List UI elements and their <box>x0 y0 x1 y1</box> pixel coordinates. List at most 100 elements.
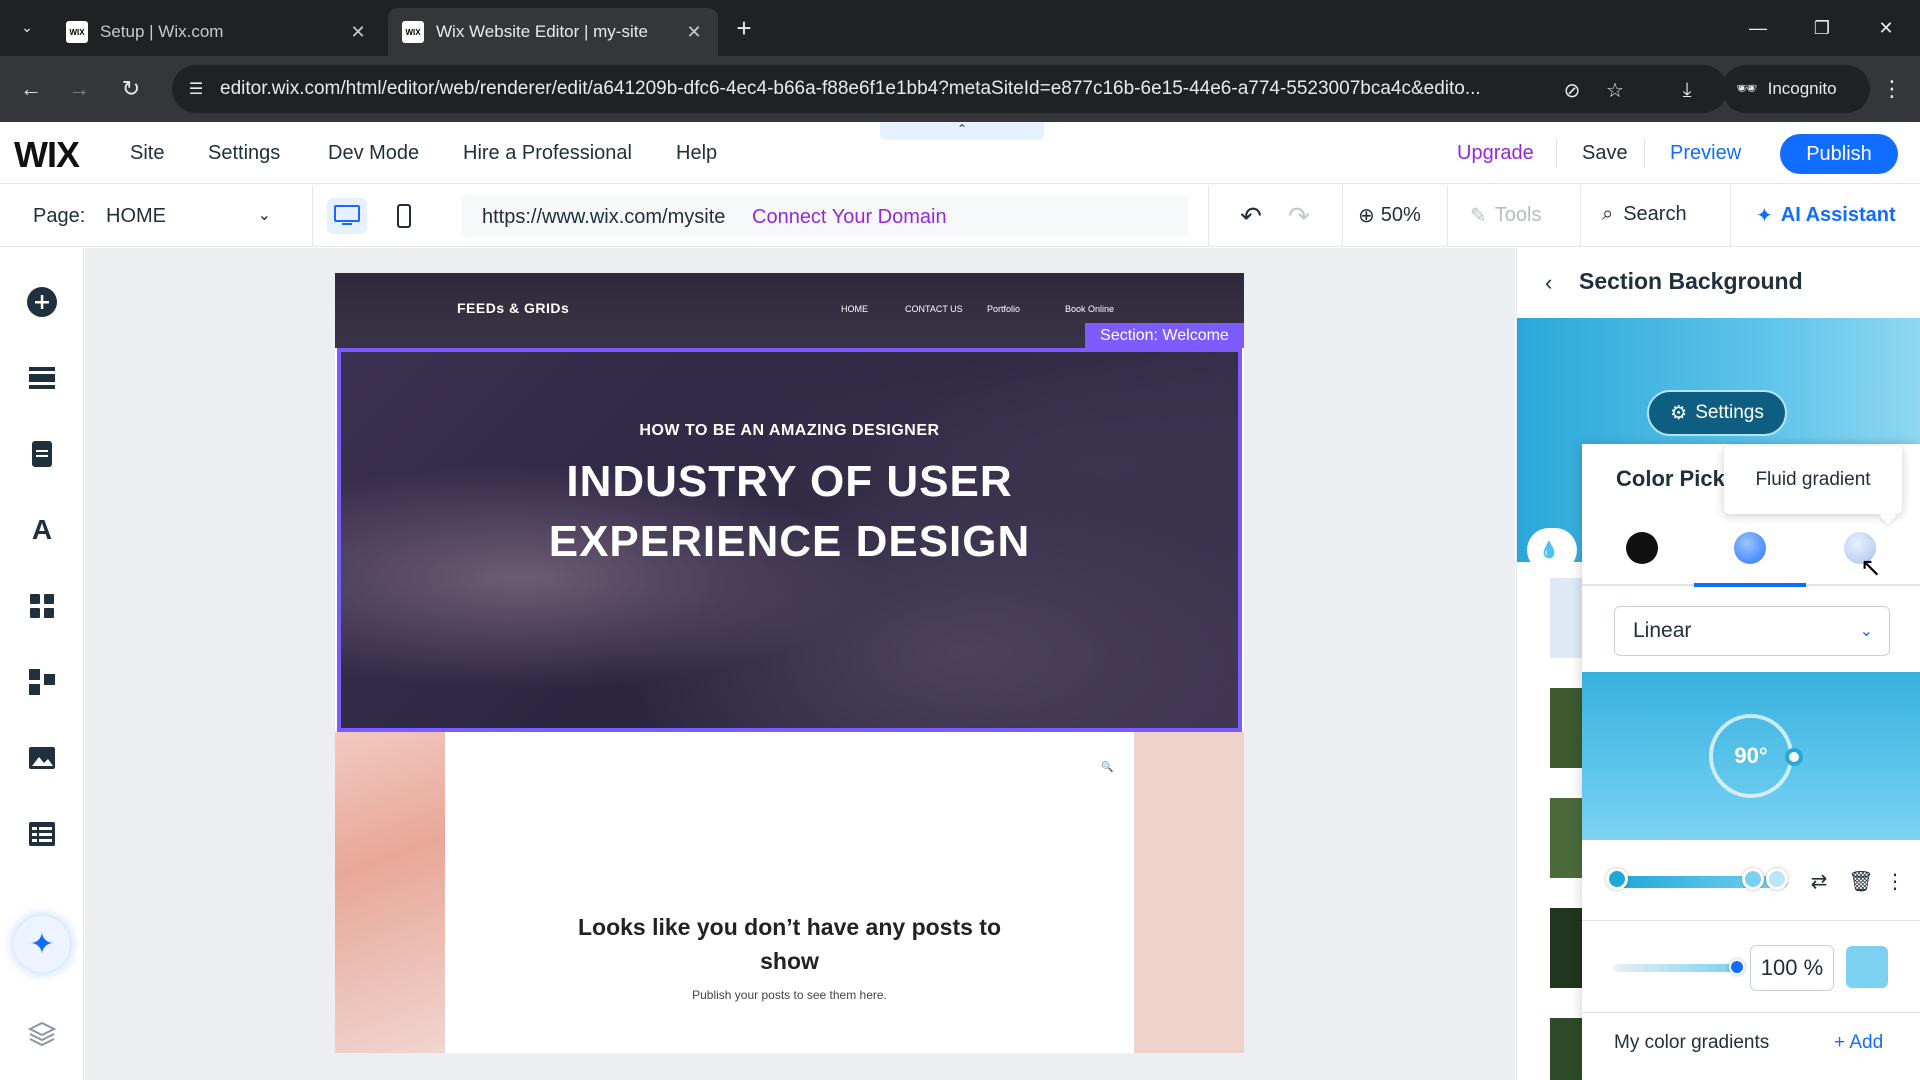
site-nav-contact[interactable]: CONTACT US <box>905 304 963 314</box>
tab-wix-editor[interactable]: WIX Wix Website Editor | my-site ✕ <box>388 8 718 56</box>
site-header[interactable]: FEEDs & GRIDs HOME CONTACT US Portfolio … <box>335 273 1244 348</box>
divider <box>1208 185 1209 247</box>
site-design-icon[interactable]: A <box>22 510 62 550</box>
editor-canvas[interactable]: FEEDs & GRIDs HOME CONTACT US Portfolio … <box>85 248 1515 1080</box>
decorative-panel <box>1134 732 1244 1053</box>
connect-domain-link[interactable]: Connect Your Domain <box>752 206 947 229</box>
site-settings-icon[interactable]: ☰ <box>182 75 210 103</box>
business-tools-icon[interactable] <box>22 662 62 702</box>
section-tag[interactable]: Section: Welcome <box>1085 323 1244 348</box>
eye-off-icon[interactable]: ⊘ <box>1557 75 1587 105</box>
browser-menu-icon[interactable]: ⋮ <box>1876 72 1908 106</box>
add-gradient-link[interactable]: + Add <box>1834 1032 1883 1054</box>
reload-icon[interactable]: ↻ <box>114 72 148 106</box>
close-tab-icon[interactable]: ✕ <box>348 22 368 43</box>
welcome-section[interactable]: HOW TO BE AN AMAZING DESIGNER INDUSTRY O… <box>337 348 1242 732</box>
divider <box>1342 185 1343 247</box>
settings-label: Settings <box>1695 402 1764 423</box>
media-icon[interactable] <box>22 738 62 778</box>
zoom-control[interactable]: ⊕ 50% <box>1358 203 1421 228</box>
desktop-view-icon[interactable] <box>327 198 367 234</box>
gradient-stop[interactable] <box>1766 868 1788 890</box>
opacity-handle[interactable] <box>1729 959 1745 975</box>
omnibox[interactable]: ☰ editor.wix.com/html/editor/web/rendere… <box>172 65 1727 113</box>
opacity-slider[interactable] <box>1614 964 1736 972</box>
page-selector[interactable]: HOME ⌄ <box>106 205 271 228</box>
ai-assistant-button[interactable]: ✦ AI Assistant <box>1756 203 1896 228</box>
ai-sparkle-icon[interactable]: ✦ <box>14 916 70 972</box>
pages-icon[interactable] <box>22 434 62 474</box>
publish-button[interactable]: Publish <box>1780 134 1898 174</box>
menu-help[interactable]: Help <box>676 142 717 165</box>
search-label: Search <box>1623 203 1687 225</box>
close-tab-icon[interactable]: ✕ <box>684 22 704 43</box>
url-text[interactable]: editor.wix.com/html/editor/web/renderer/… <box>220 78 1520 100</box>
site-url-bar: https://www.wix.com/mysite Connect Your … <box>462 195 1188 237</box>
search-button[interactable]: ⌕ Search <box>1602 203 1687 226</box>
tools-button[interactable]: ✎ Tools <box>1470 203 1541 228</box>
incognito-icon: 🕶 <box>1736 79 1758 98</box>
color-swatch[interactable] <box>1846 946 1888 988</box>
blog-section[interactable]: 🔍 Looks like you don’t have any posts to… <box>335 732 1244 1053</box>
gradient-stop[interactable] <box>1742 868 1764 890</box>
back-chevron-icon[interactable]: ‹ <box>1545 270 1552 296</box>
preview-button[interactable]: Preview <box>1670 142 1741 165</box>
restore-icon[interactable]: ❐ <box>1802 10 1842 46</box>
divider <box>1730 185 1731 247</box>
hero-title[interactable]: INDUSTRY OF USER EXPERIENCE DESIGN <box>341 452 1238 572</box>
menu-dev-mode[interactable]: Dev Mode <box>328 142 419 165</box>
add-section-icon[interactable] <box>22 358 62 398</box>
gradient-stop[interactable] <box>1606 868 1628 890</box>
forward-arrow-icon[interactable]: → <box>62 72 96 106</box>
angle-dial[interactable]: 90° <box>1709 714 1793 798</box>
layers-icon[interactable] <box>22 1014 62 1054</box>
collapse-topbar-chevron-icon[interactable]: ⌃ <box>880 122 1044 140</box>
my-color-gradients-label: My color gradients <box>1614 1032 1770 1053</box>
divider <box>1582 1012 1920 1013</box>
angle-handle[interactable] <box>1785 748 1803 766</box>
tab-search-chevron-icon[interactable]: ⌄ <box>12 12 42 42</box>
chevron-down-icon: ⌄ <box>1859 623 1873 640</box>
site-nav-portfolio[interactable]: Portfolio <box>987 304 1020 314</box>
undo-icon[interactable]: ↶ <box>1234 201 1268 231</box>
redo-icon[interactable]: ↷ <box>1282 201 1316 231</box>
trash-icon[interactable]: 🗑 <box>1848 868 1874 894</box>
minimize-icon[interactable]: — <box>1738 10 1778 46</box>
color-picker-popup: Color Pick Fluid gradient ↖ Linear ⌄ 90°… <box>1582 444 1920 1080</box>
save-button[interactable]: Save <box>1582 142 1628 165</box>
zoom-value: 50% <box>1380 204 1421 226</box>
upgrade-link[interactable]: Upgrade <box>1457 142 1534 165</box>
site-nav-book-online[interactable]: Book Online <box>1065 304 1114 314</box>
menu-hire-professional[interactable]: Hire a Professional <box>463 142 632 165</box>
cms-icon[interactable] <box>22 814 62 854</box>
wix-logo[interactable]: WIX <box>14 134 80 176</box>
gradient-mode-button[interactable] <box>1734 532 1766 564</box>
gradient-editor-area[interactable]: 90° <box>1582 672 1920 840</box>
back-arrow-icon[interactable]: ← <box>14 72 48 106</box>
download-icon[interactable]: ⤓ <box>1672 75 1702 105</box>
mobile-view-icon[interactable] <box>384 198 424 234</box>
menu-site[interactable]: Site <box>130 142 164 165</box>
blog-search-icon[interactable]: 🔍 <box>1101 762 1113 773</box>
more-options-icon[interactable]: ⋮ <box>1882 868 1908 894</box>
site-nav-home[interactable]: HOME <box>841 304 868 314</box>
settings-button[interactable]: ⚙ Settings <box>1647 390 1787 436</box>
tab-setup[interactable]: WIX Setup | Wix.com ✕ <box>52 8 382 56</box>
swap-icon[interactable]: ⇄ <box>1806 868 1832 894</box>
wix-favicon-icon: WIX <box>66 21 88 43</box>
site-url: https://www.wix.com/mysite <box>482 206 726 228</box>
menu-settings[interactable]: Settings <box>208 142 280 165</box>
opacity-input[interactable]: 100 % <box>1750 945 1834 991</box>
star-icon[interactable]: ☆ <box>1600 75 1630 105</box>
solid-color-mode-button[interactable] <box>1626 532 1658 564</box>
add-apps-icon[interactable] <box>22 586 62 626</box>
gradient-type-dropdown[interactable]: Linear ⌄ <box>1614 606 1890 656</box>
hero-subtitle[interactable]: HOW TO BE AN AMAZING DESIGNER <box>341 422 1238 440</box>
browser-tab-bar: ⌄ WIX Setup | Wix.com ✕ WIX Wix Website … <box>0 0 1920 56</box>
new-tab-plus-icon[interactable]: + <box>728 12 760 44</box>
close-window-icon[interactable]: ✕ <box>1866 10 1906 46</box>
add-elements-icon[interactable] <box>22 282 62 322</box>
color-drop-icon[interactable]: 💧 <box>1527 528 1577 572</box>
site-brand[interactable]: FEEDs & GRIDs <box>457 300 569 316</box>
incognito-badge[interactable]: 🕶 Incognito <box>1722 65 1870 113</box>
